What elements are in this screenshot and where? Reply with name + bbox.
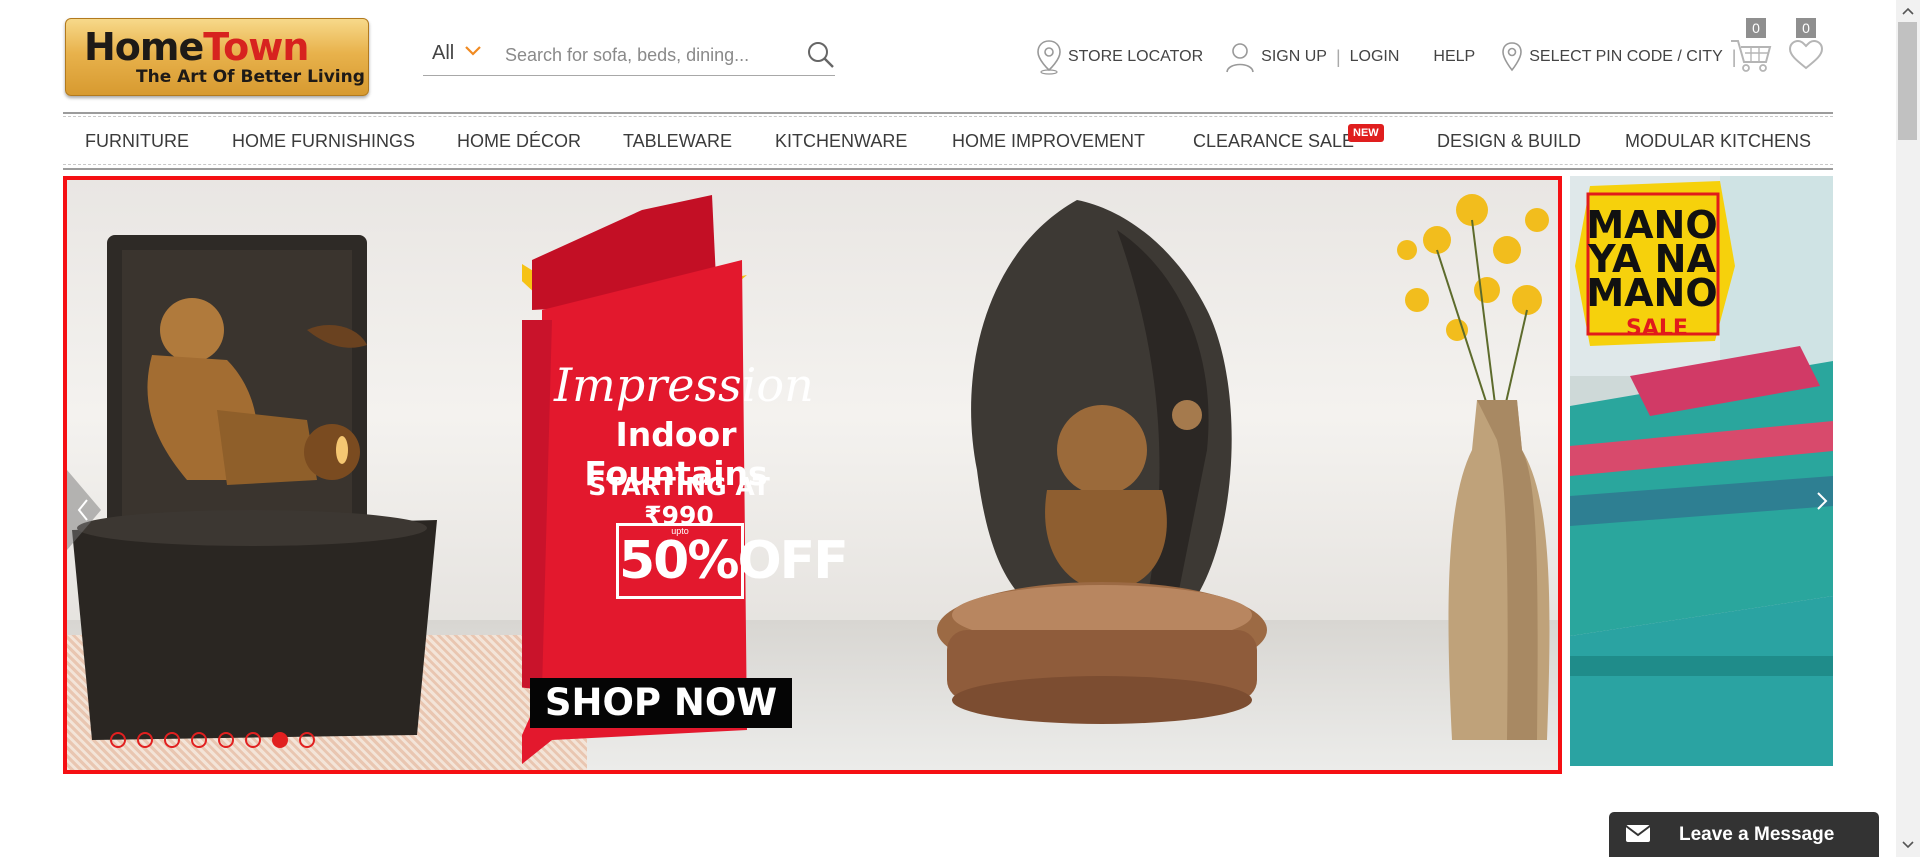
mano-sale-text: MANO YA NA MANO [1582, 206, 1722, 315]
leave-message-button[interactable]: Leave a Message [1609, 812, 1879, 857]
nav-modular-kitchens[interactable]: MODULAR KITCHENS [1625, 114, 1811, 168]
search-category-select[interactable]: All [432, 42, 454, 65]
store-locator-label: STORE LOCATOR [1068, 48, 1204, 65]
heart-icon [1788, 40, 1824, 70]
wishlist-count-badge: 0 [1796, 18, 1816, 38]
pin-code-selector[interactable]: SELECT PIN CODE / CITY [1501, 41, 1723, 73]
new-badge: NEW [1348, 124, 1384, 142]
help-link[interactable]: HELP [1433, 48, 1475, 66]
nav-home-decor[interactable]: HOME DÉCOR [457, 114, 581, 168]
carousel-next-arrow[interactable] [1812, 481, 1832, 521]
cart-icon [1731, 40, 1772, 72]
top-links: STORE LOCATOR SIGN UP | LOGIN HELP SELEC… [1036, 40, 1745, 75]
yellow-flowers-vase-image [1397, 194, 1550, 740]
carousel-dot[interactable] [110, 732, 126, 748]
envelope-icon [1625, 825, 1651, 842]
promo-title: Impression [554, 358, 814, 412]
carousel-dot[interactable] [245, 732, 261, 748]
leave-message-label: Leave a Message [1679, 824, 1835, 845]
carousel-dot[interactable] [137, 732, 153, 748]
cart-count-badge: 0 [1746, 18, 1766, 38]
sign-up-label: SIGN UP [1261, 48, 1327, 65]
nav-home-improvement[interactable]: HOME IMPROVEMENT [952, 114, 1145, 168]
sign-up-link[interactable]: SIGN UP [1225, 41, 1327, 73]
discount-box: upto 50%OFF [616, 523, 849, 599]
location-pin-icon [1502, 42, 1523, 72]
buddha-fountain-image [72, 235, 437, 740]
carousel-dots [110, 732, 326, 748]
scroll-up-icon[interactable] [1896, 2, 1920, 20]
shop-now-button[interactable]: SHOP NOW [530, 678, 792, 728]
mano-sale-label: SALE [1626, 316, 1688, 341]
carousel-dot[interactable] [218, 732, 234, 748]
hero-banner[interactable]: Impression Indoor Fountains STARTING AT … [63, 176, 1562, 774]
chevron-down-icon[interactable] [463, 41, 483, 61]
nav-home-furnishings[interactable]: HOME FURNISHINGS [232, 114, 415, 168]
nav-clearance-sale[interactable]: CLEARANCE SALE [1193, 114, 1354, 168]
mano-line-3: MANO [1586, 271, 1718, 315]
link-separator: | [1335, 46, 1341, 67]
promo-starting-price: STARTING AT ₹990 [588, 472, 770, 530]
discount-value: 50%OFF [619, 531, 849, 591]
logo-brand: HomeTown [84, 25, 309, 69]
side-promo-banner[interactable]: MANO YA NA MANO SALE [1570, 176, 1833, 766]
page-scrollbar[interactable] [1896, 0, 1920, 857]
carousel-dot[interactable] [191, 732, 207, 748]
scroll-down-icon[interactable] [1896, 836, 1920, 854]
search-bar: All [423, 34, 835, 76]
store-locator-link[interactable]: STORE LOCATOR [1036, 39, 1203, 75]
main-navigation: FURNITURE HOME FURNISHINGS HOME DÉCOR TA… [63, 112, 1833, 170]
location-pin-icon [1037, 40, 1061, 75]
search-icon[interactable] [806, 40, 836, 70]
nav-furniture[interactable]: FURNITURE [85, 114, 189, 168]
help-label: HELP [1433, 48, 1476, 65]
carousel-prev-arrow[interactable] [67, 470, 101, 550]
cart-button[interactable]: 0 [1730, 18, 1772, 72]
nav-tableware[interactable]: TABLEWARE [623, 114, 732, 168]
login-label: LOGIN [1349, 48, 1400, 65]
carousel-dot[interactable] [164, 732, 180, 748]
ganesha-fountain-image [937, 200, 1267, 724]
nav-design-build[interactable]: DESIGN & BUILD [1437, 114, 1581, 168]
logo-tagline: The Art Of Better Living [136, 67, 365, 87]
hometown-logo[interactable]: HomeTown The Art Of Better Living [65, 18, 369, 96]
pin-code-label: SELECT PIN CODE / CITY [1529, 48, 1723, 65]
scrollbar-thumb[interactable] [1898, 22, 1917, 140]
search-input[interactable] [505, 41, 805, 69]
login-link[interactable]: LOGIN [1350, 48, 1400, 66]
carousel-dot[interactable] [299, 732, 315, 748]
nav-kitchenware[interactable]: KITCHENWARE [775, 114, 907, 168]
page: HomeTown The Art Of Better Living All ST… [0, 0, 1920, 857]
user-icon [1226, 43, 1254, 73]
carousel-dot-active[interactable] [272, 732, 288, 748]
wishlist-button[interactable]: 0 [1788, 18, 1824, 70]
